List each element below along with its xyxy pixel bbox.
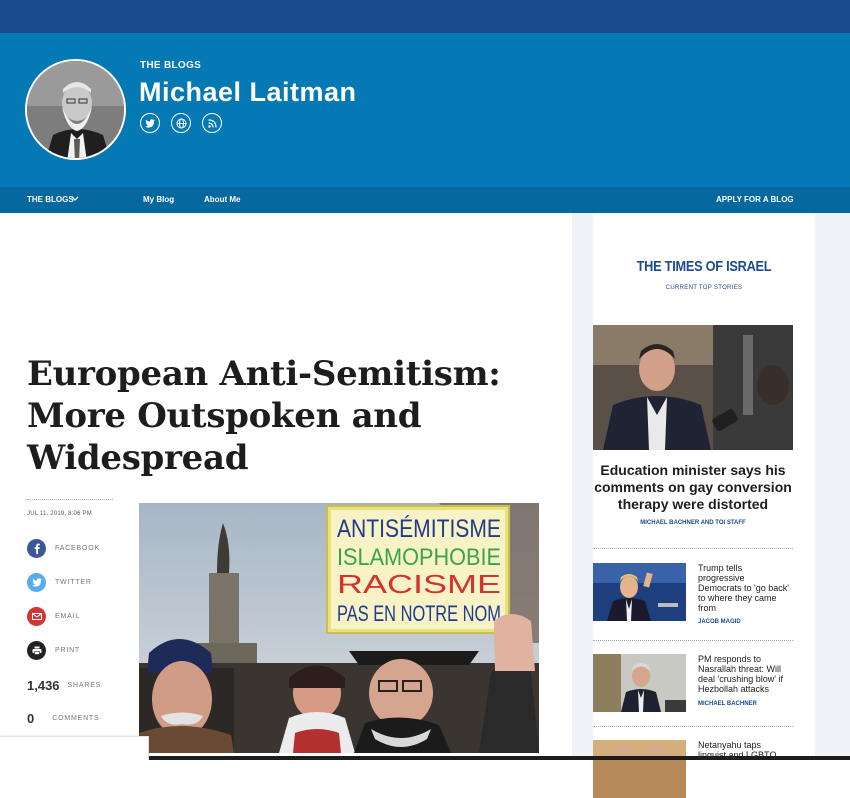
globe-icon[interactable] <box>171 113 191 133</box>
story-image[interactable] <box>593 654 686 712</box>
top-strip <box>0 0 850 33</box>
story-image[interactable] <box>593 563 686 621</box>
nav-the-blogs[interactable]: THE BLOGS <box>27 195 74 204</box>
print-icon <box>27 641 46 660</box>
share-print[interactable]: PRINT <box>27 641 80 660</box>
comments-label: COMMENTS <box>52 715 100 722</box>
share-facebook[interactable]: FACEBOOK <box>27 539 100 558</box>
article-photo: ANTISÉMITISME ISLAMOPHOBIE RACISME PAS E… <box>139 503 539 753</box>
shares-label: SHARES <box>67 682 102 689</box>
photo-sign-line-2: ISLAMOPHOBIE <box>337 544 501 571</box>
article-title: European Anti-Semitism: More Outspoken a… <box>27 354 501 478</box>
nav-about-me[interactable]: About Me <box>204 195 240 204</box>
top-stories-subtitle: CURRENT TOP STORIES <box>665 285 743 291</box>
facebook-icon <box>27 539 46 558</box>
shares-count: 1,436 <box>27 678 60 693</box>
author-photo <box>27 61 124 158</box>
story-headline[interactable]: Trump tells progressive Democrats to 'go… <box>698 563 790 613</box>
story-byline[interactable]: MICHAEL BACHNER <box>698 701 757 707</box>
story-headline[interactable]: PM responds to Nasrallah threat: Will de… <box>698 654 790 694</box>
twitter-icon[interactable] <box>140 113 160 133</box>
email-icon <box>27 607 46 626</box>
blogs-eyebrow: THE BLOGS <box>140 60 202 71</box>
blog-header: THE BLOGS Michael Laitman <box>0 33 850 187</box>
article-date: JUL 11, 2019, 8:06 PM <box>27 511 92 517</box>
meta-divider <box>27 499 113 500</box>
nav-apply-for-blog[interactable]: APPLY FOR A BLOG <box>716 195 794 204</box>
story-image[interactable] <box>593 740 686 798</box>
email-label: EMAIL <box>55 613 81 620</box>
times-of-israel-logo[interactable]: THE TIMES OF ISRAEL <box>610 258 799 275</box>
rss-icon[interactable] <box>202 113 222 133</box>
blog-nav: THE BLOGS My Blog About Me APPLY FOR A B… <box>0 187 850 213</box>
lead-story-headline[interactable]: Education minister says his comments on … <box>593 462 793 513</box>
photo-sign-line-1: ANTISÉMITISME <box>337 514 501 543</box>
bottom-edge <box>149 756 850 760</box>
nav-my-blog[interactable]: My Blog <box>143 195 174 204</box>
story-divider <box>593 726 793 727</box>
story-divider <box>593 640 793 641</box>
lead-story-image[interactable] <box>593 325 793 450</box>
story-divider <box>593 548 793 549</box>
share-twitter[interactable]: TWITTER <box>27 573 92 592</box>
share-email[interactable]: EMAIL <box>27 607 80 626</box>
twitter-label: TWITTER <box>55 579 92 586</box>
author-avatar[interactable] <box>25 59 126 160</box>
twitter-share-icon <box>27 573 46 592</box>
print-label: PRINT <box>55 647 80 654</box>
author-name[interactable]: Michael Laitman <box>139 77 357 108</box>
article-column: European Anti-Semitism: More Outspoken a… <box>0 213 572 760</box>
chevron-down-icon[interactable] <box>71 195 79 204</box>
sidebar: THE TIMES OF ISRAEL CURRENT TOP STORIES … <box>572 213 850 798</box>
shares-counter: 1,436 SHARES <box>27 678 101 693</box>
comments-count: 0 <box>27 711 35 726</box>
photo-sign-line-3: RACISME <box>337 569 501 599</box>
lead-story-byline[interactable]: MICHAEL BACHNER AND TOI STAFF <box>593 520 793 526</box>
comments-counter[interactable]: 0 COMMENTS <box>27 711 99 726</box>
story-byline[interactable]: JACOB MAGID <box>698 619 741 625</box>
bottom-toolbar[interactable] <box>0 736 149 760</box>
facebook-label: FACEBOOK <box>55 545 100 552</box>
photo-sign-line-4: PAS EN NOTRE NOM <box>337 601 501 626</box>
